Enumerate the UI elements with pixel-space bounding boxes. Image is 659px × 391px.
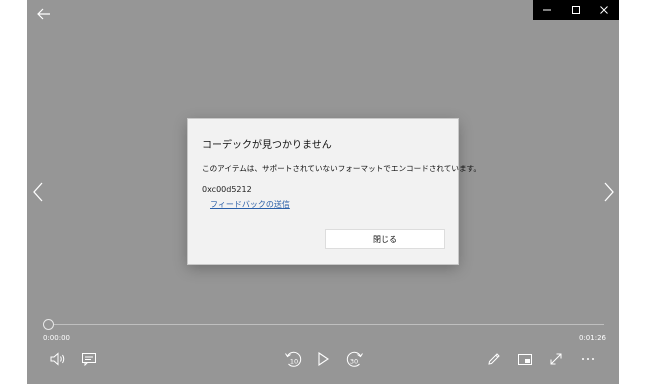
skip-back-button[interactable]: 10 [283, 348, 305, 370]
captions-button[interactable] [79, 349, 99, 369]
chevron-right-icon[interactable] [602, 181, 616, 203]
skip-forward-icon: 30 [346, 351, 363, 367]
dialog-title: コーデックが見つかりません [202, 140, 332, 151]
seek-thumb[interactable] [43, 319, 54, 330]
maximize-button[interactable] [562, 0, 591, 20]
minimize-button[interactable] [533, 0, 562, 20]
fullscreen-button[interactable] [546, 349, 566, 369]
window-controls [533, 0, 619, 20]
pen-icon [488, 353, 500, 365]
total-time: 0:01:26 [579, 334, 606, 342]
video-player-window: コーデックが見つかりません このアイテムは、サポートされていないフォーマットでエ… [27, 0, 619, 384]
close-button[interactable] [590, 0, 619, 20]
play-icon [318, 351, 329, 367]
skip-forward-seconds: 30 [350, 358, 358, 366]
mini-view-button[interactable] [515, 349, 535, 369]
fullscreen-icon [550, 353, 562, 365]
codec-error-dialog: コーデックが見つかりません このアイテムは、サポートされていないフォーマットでエ… [188, 119, 481, 264]
maximize-icon [571, 6, 580, 14]
minimize-icon [543, 9, 552, 11]
chevron-left-icon[interactable] [31, 181, 45, 203]
edit-button[interactable] [484, 349, 504, 369]
current-time: 0:00:00 [43, 334, 70, 342]
skip-back-icon: 10 [285, 351, 302, 367]
more-button[interactable] [578, 349, 598, 369]
mini-view-icon [518, 353, 532, 365]
speaker-icon [50, 352, 65, 366]
back-arrow-icon[interactable] [37, 5, 51, 20]
skip-forward-button[interactable]: 30 [343, 348, 365, 370]
play-button[interactable] [313, 349, 333, 369]
close-icon [600, 6, 609, 14]
dialog-message: このアイテムは、サポートされていないフォーマットでエンコードされています。 [202, 164, 481, 173]
error-code: 0xc00d5212 [202, 185, 252, 194]
seek-bar[interactable] [49, 324, 604, 325]
captions-icon [82, 353, 96, 366]
volume-button[interactable] [48, 349, 68, 369]
send-feedback-link[interactable]: フィードバックの送信 [210, 199, 290, 210]
more-icon [582, 358, 594, 360]
close-dialog-button[interactable]: 閉じる [325, 229, 445, 249]
skip-back-seconds: 10 [290, 358, 298, 366]
